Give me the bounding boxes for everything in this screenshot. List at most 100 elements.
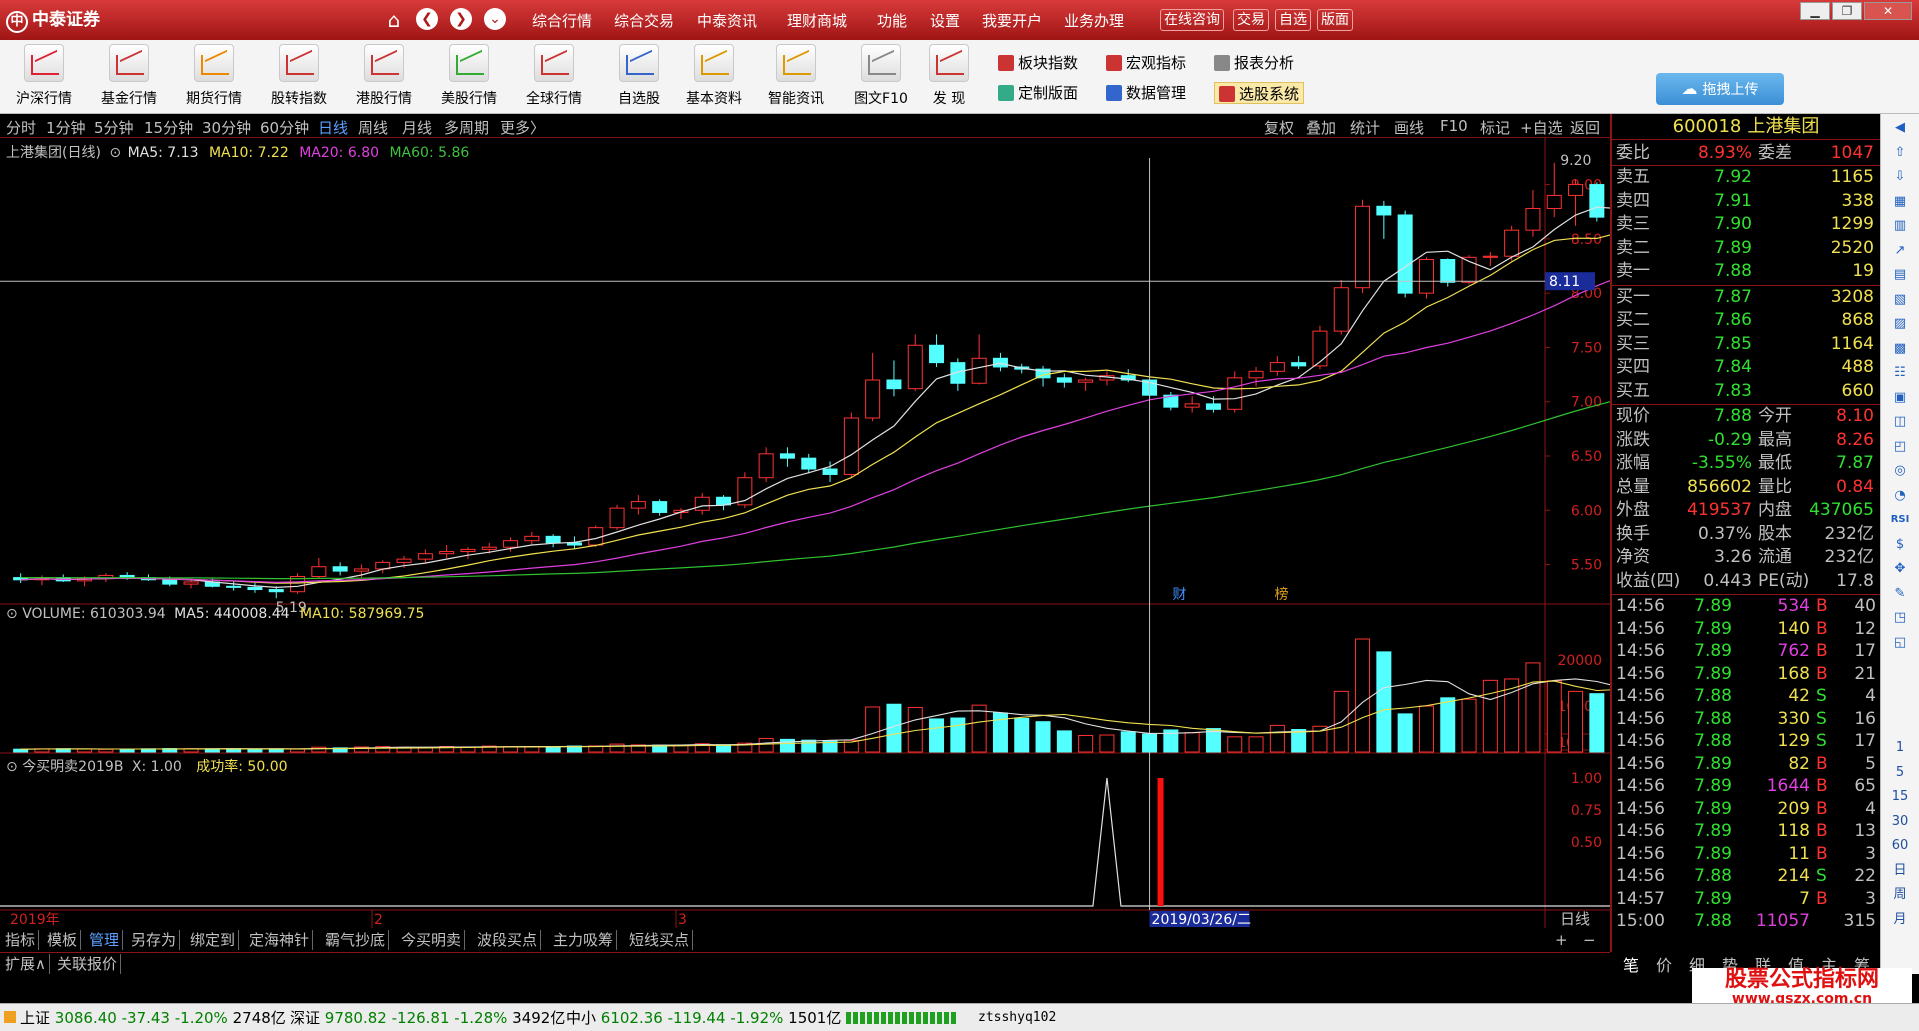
sidebar-icon[interactable]: ✎ bbox=[1889, 584, 1911, 604]
zoom-out-button[interactable]: − bbox=[1580, 930, 1599, 950]
sidebar-period-2[interactable]: 15 bbox=[1889, 787, 1911, 807]
sidebar-icon[interactable]: ▨ bbox=[1889, 314, 1911, 334]
sidebar-icon[interactable]: ✥ bbox=[1889, 559, 1911, 579]
sidebar-icon[interactable]: ▦ bbox=[1889, 192, 1911, 212]
chart-tool-7[interactable]: 返回 bbox=[1570, 117, 1600, 138]
sidebar-period-3[interactable]: 30 bbox=[1889, 812, 1911, 832]
menu-业务办理[interactable]: 业务办理 bbox=[1064, 10, 1124, 32]
indicator-settings-icon[interactable]: ⊙ bbox=[6, 759, 18, 775]
period-0[interactable]: 分时 bbox=[6, 117, 36, 138]
bottom-tab-2[interactable]: 管理 bbox=[86, 930, 124, 950]
chart-tool-0[interactable]: 复权 bbox=[1264, 117, 1294, 138]
menu-中泰资讯[interactable]: 中泰资讯 bbox=[697, 10, 757, 32]
chart-tool-4[interactable]: F10 bbox=[1440, 117, 1468, 135]
toolbar-link-0[interactable]: 板块指数 bbox=[998, 52, 1078, 74]
toolbar-item-6[interactable]: 全球行情 bbox=[518, 44, 590, 112]
menu-我要开户[interactable]: 我要开户 bbox=[982, 10, 1042, 32]
toolbar-item-11[interactable]: 发 现 bbox=[913, 44, 985, 112]
toolbar-item-8[interactable]: 基本资料 bbox=[678, 44, 750, 112]
index-zx[interactable]: 中小 6102.36 -119.44 -1.92% 1501亿 bbox=[566, 1004, 841, 1031]
chart-tool-6[interactable]: +自选 bbox=[1520, 117, 1563, 138]
sidebar-icon[interactable]: ◱ bbox=[1889, 633, 1911, 653]
online-consult-button[interactable]: 在线咨询 bbox=[1160, 9, 1224, 31]
period-6[interactable]: 日线 bbox=[318, 117, 348, 138]
sidebar-icon[interactable]: ☷ bbox=[1889, 363, 1911, 383]
period-8[interactable]: 月线 bbox=[402, 117, 432, 138]
minimize-button[interactable]: ▁ bbox=[1800, 2, 1830, 20]
sidebar-period-0[interactable]: 1 bbox=[1889, 738, 1911, 758]
chart-tool-1[interactable]: 叠加 bbox=[1306, 117, 1336, 138]
upload-button[interactable]: ☁ 拖拽上传 bbox=[1656, 73, 1784, 105]
kline-chart[interactable]: 9.008.508.007.507.006.506.005.509.205.19… bbox=[0, 138, 1610, 928]
menu-综合行情[interactable]: 综合行情 bbox=[532, 10, 592, 32]
sidebar-icon[interactable]: ▩ bbox=[1889, 339, 1911, 359]
period-3[interactable]: 15分钟 bbox=[144, 117, 193, 138]
bottom-tab-8[interactable]: 波段买点 bbox=[474, 930, 542, 950]
sidebar-icon[interactable]: ◔ bbox=[1889, 486, 1911, 506]
period-1[interactable]: 1分钟 bbox=[46, 117, 86, 138]
menu-设置[interactable]: 设置 bbox=[930, 10, 960, 32]
toolbar-item-0[interactable]: 沪深行情 bbox=[8, 44, 80, 112]
trade-button[interactable]: 交易 bbox=[1233, 9, 1269, 31]
menu-综合交易[interactable]: 综合交易 bbox=[614, 10, 674, 32]
bottom-tab2-1[interactable]: 关联报价 bbox=[54, 954, 122, 974]
layout-button[interactable]: 版面 bbox=[1317, 9, 1353, 31]
index-sh[interactable]: 上证 3086.40 -37.43 -1.20% 2748亿 bbox=[20, 1004, 286, 1031]
sidebar-icon[interactable]: $ bbox=[1889, 535, 1911, 555]
chart-tool-5[interactable]: 标记 bbox=[1480, 117, 1510, 138]
settings-icon[interactable]: ⊙ bbox=[109, 145, 121, 161]
bottom-tab-1[interactable]: 模板 bbox=[44, 930, 82, 950]
maximize-button[interactable]: ❐ bbox=[1832, 2, 1862, 20]
period-4[interactable]: 30分钟 bbox=[202, 117, 251, 138]
sidebar-icon[interactable]: RSI bbox=[1889, 510, 1911, 530]
period-7[interactable]: 周线 bbox=[358, 117, 388, 138]
toolbar-item-3[interactable]: 股转指数 bbox=[263, 44, 335, 112]
toolbar-link-2[interactable]: 报表分析 bbox=[1214, 52, 1294, 74]
bottom-tab-6[interactable]: 霸气抄底 bbox=[322, 930, 390, 950]
sidebar-period-7[interactable]: 月 bbox=[1889, 910, 1911, 930]
bottom-tab-3[interactable]: 另存为 bbox=[128, 930, 181, 950]
bottom-tab-4[interactable]: 绑定到 bbox=[187, 930, 240, 950]
volume-settings-icon[interactable]: ⊙ bbox=[6, 606, 18, 622]
bottom-tab-10[interactable]: 短线买点 bbox=[626, 930, 694, 950]
menu-理财商城[interactable]: 理财商城 bbox=[787, 10, 847, 32]
period-10[interactable]: 更多〉 bbox=[500, 117, 545, 138]
sidebar-period-1[interactable]: 5 bbox=[1889, 763, 1911, 783]
chart-tool-3[interactable]: 画线 bbox=[1394, 117, 1424, 138]
watchlist-button[interactable]: 自选 bbox=[1275, 9, 1311, 31]
close-button[interactable]: ✕ bbox=[1864, 2, 1912, 20]
sidebar-icon[interactable]: ▣ bbox=[1889, 388, 1911, 408]
toolbar-link-4[interactable]: 数据管理 bbox=[1106, 82, 1186, 104]
bottom-tab2-0[interactable]: 扩展∧ bbox=[2, 954, 50, 974]
chart-tool-2[interactable]: 统计 bbox=[1350, 117, 1380, 138]
sidebar-period-5[interactable]: 日 bbox=[1889, 861, 1911, 881]
period-9[interactable]: 多周期 bbox=[444, 117, 489, 138]
menu-功能[interactable]: 功能 bbox=[877, 10, 907, 32]
marker-bang-text[interactable]: 榜 bbox=[1275, 586, 1289, 603]
bottom-tab-5[interactable]: 定海神针 bbox=[246, 930, 314, 950]
toolbar-item-5[interactable]: 美股行情 bbox=[433, 44, 505, 112]
period-5[interactable]: 60分钟 bbox=[260, 117, 309, 138]
sidebar-icon[interactable]: ▤ bbox=[1889, 265, 1911, 285]
zoom-in-button[interactable]: + bbox=[1552, 930, 1571, 950]
quote-tab-1[interactable]: 价 bbox=[1649, 952, 1679, 976]
quote-tab-0[interactable]: 笔 bbox=[1616, 952, 1646, 976]
bottom-tab-0[interactable]: 指标 bbox=[2, 930, 40, 950]
back-icon[interactable]: ❮ bbox=[416, 8, 438, 30]
sidebar-icon[interactable]: ◀ bbox=[1889, 118, 1911, 138]
toolbar-item-1[interactable]: 基金行情 bbox=[93, 44, 165, 112]
sidebar-period-4[interactable]: 60 bbox=[1889, 836, 1911, 856]
forward-icon[interactable]: ❯ bbox=[450, 8, 472, 30]
dropdown-icon[interactable]: ⌄ bbox=[484, 8, 506, 30]
index-sz[interactable]: 深证 9780.82 -126.81 -1.28% 3492亿 bbox=[290, 1004, 565, 1031]
toolbar-link-3[interactable]: 定制版面 bbox=[998, 82, 1078, 104]
sidebar-icon[interactable]: ⇩ bbox=[1889, 167, 1911, 187]
period-2[interactable]: 5分钟 bbox=[94, 117, 134, 138]
toolbar-link-1[interactable]: 宏观指标 bbox=[1106, 52, 1186, 74]
toolbar-item-9[interactable]: 智能资讯 bbox=[760, 44, 832, 112]
sidebar-period-6[interactable]: 周 bbox=[1889, 885, 1911, 905]
sidebar-icon[interactable]: ◎ bbox=[1889, 461, 1911, 481]
sidebar-icon[interactable]: ◰ bbox=[1889, 437, 1911, 457]
toolbar-link-5[interactable]: 选股系统 bbox=[1214, 82, 1305, 104]
sidebar-icon[interactable]: ◫ bbox=[1889, 412, 1911, 432]
